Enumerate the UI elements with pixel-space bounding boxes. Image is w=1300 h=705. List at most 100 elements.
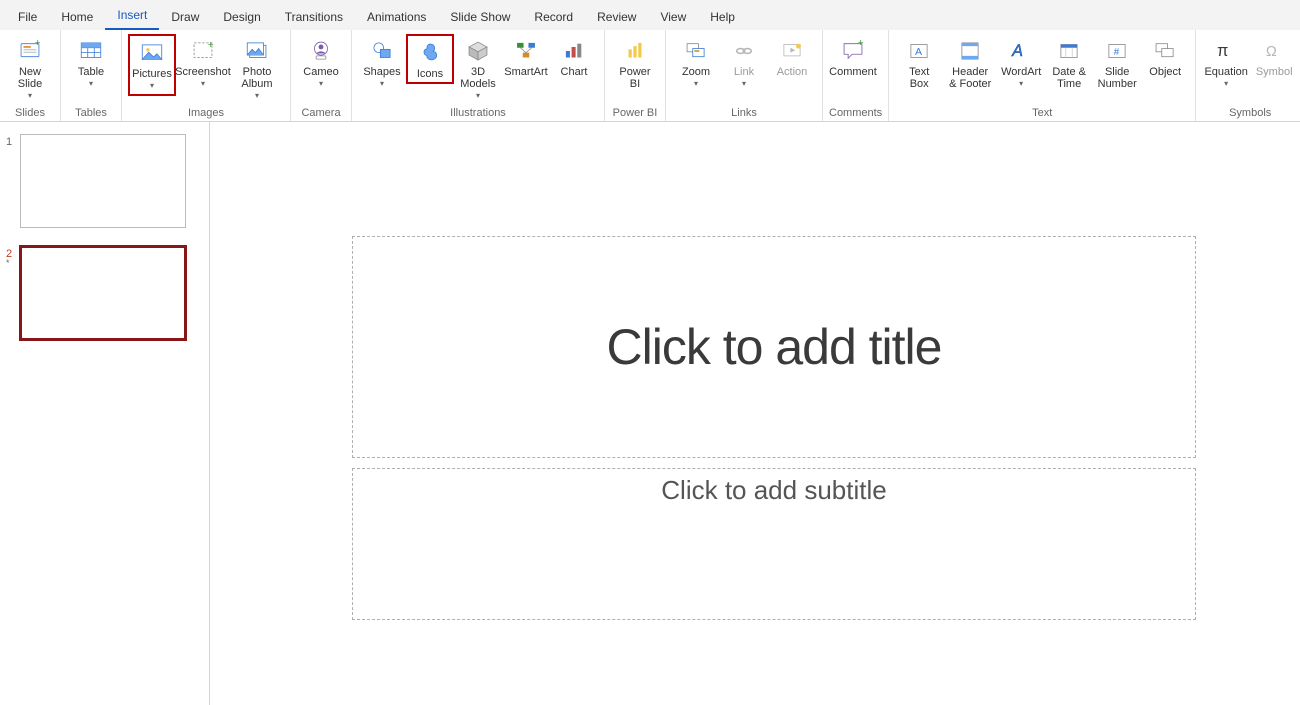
zoom-button[interactable]: Zoom▾ (672, 34, 720, 92)
dropdown-caret-icon: ▾ (201, 78, 205, 90)
button-label: Link (734, 66, 754, 78)
pictures-button[interactable]: Pictures▾ (128, 34, 176, 96)
ribbon: +New Slide▾SlidesTable▾TablesPictures▾+S… (0, 30, 1300, 122)
thumb-preview (20, 134, 186, 228)
dropdown-caret-icon: ▾ (1224, 78, 1228, 90)
slide-number-icon: # (1101, 36, 1133, 66)
slide-editor: Click to add title Click to add subtitle (210, 122, 1300, 705)
group-label: Slides (6, 107, 54, 121)
button-label: Symbol (1256, 66, 1293, 78)
button-label: Photo Album (241, 66, 272, 90)
group-label: Text (895, 107, 1189, 121)
table-icon (75, 36, 107, 66)
button-label: 3D Models (460, 66, 495, 90)
button-label: Chart (561, 66, 588, 78)
cameo-button[interactable]: Cameo▾ (297, 34, 345, 92)
ribbon-group-illustrations: Shapes▾ Icons 3D Models▾SmartArt Chart Illus… (352, 30, 605, 121)
text-box-button[interactable]: AText Box (895, 34, 943, 92)
ribbon-group-images: Pictures▾+Screenshot▾Photo Album▾Images (122, 30, 291, 121)
object-button[interactable]: Object (1141, 34, 1189, 80)
button-label: Table (78, 66, 104, 78)
menu-home[interactable]: Home (49, 4, 105, 30)
comment-icon: + (837, 36, 869, 66)
photo-album-icon (241, 36, 273, 66)
menu-draw[interactable]: Draw (159, 4, 211, 30)
dropdown-caret-icon: ▾ (89, 78, 93, 90)
menu-view[interactable]: View (648, 4, 698, 30)
button-label: Equation (1204, 66, 1247, 78)
pictures-icon (136, 38, 168, 68)
symbol-icon: Ω (1258, 36, 1290, 66)
symbol-button: ΩSymbol (1250, 34, 1298, 80)
action-icon (776, 36, 808, 66)
button-label: Slide Number (1098, 66, 1137, 90)
menu-review[interactable]: Review (585, 4, 648, 30)
date-time-button[interactable]: Date & Time (1045, 34, 1093, 92)
button-label: Text Box (909, 66, 929, 90)
button-label: WordArt (1001, 66, 1041, 78)
cameo-icon (305, 36, 337, 66)
dropdown-caret-icon: ▾ (28, 90, 32, 102)
icons-button[interactable]: Icons (406, 34, 454, 84)
power-bi-button[interactable]: Power BI (611, 34, 659, 92)
equation-button[interactable]: π Equation▾ (1202, 34, 1250, 92)
chart-button[interactable]: Chart (550, 34, 598, 80)
button-label: Action (777, 66, 808, 78)
title-placeholder[interactable]: Click to add title (352, 236, 1196, 458)
wordart-button[interactable]: AWordArt▾ (997, 34, 1045, 92)
svg-text:#: # (1114, 47, 1120, 58)
ribbon-group-symbols: π Equation▾ ΩSymbol Symbols (1196, 30, 1300, 121)
new-slide-button[interactable]: + New Slide▾ (6, 34, 54, 104)
header-footer-button[interactable]: Header & Footer (943, 34, 997, 92)
ribbon-group-slides: + New Slide▾ Slides (0, 30, 61, 121)
thumb-preview (20, 246, 186, 340)
work-area: 1 2 * Click to add title Click to add su… (0, 122, 1300, 705)
menu-design[interactable]: Design (211, 4, 272, 30)
3d-models-button[interactable]: 3D Models▾ (454, 34, 502, 104)
button-label: Pictures (132, 68, 172, 80)
group-label: Symbols (1202, 107, 1298, 121)
menu-record[interactable]: Record (522, 4, 585, 30)
equation-icon: π (1210, 36, 1242, 66)
slide-thumb-2[interactable]: 2 * (6, 246, 191, 340)
group-label: Images (128, 107, 284, 121)
slide-thumb-1[interactable]: 1 (6, 134, 191, 228)
3d-models-icon (462, 36, 494, 66)
object-icon (1149, 36, 1181, 66)
dropdown-caret-icon: ▾ (150, 80, 154, 92)
ribbon-group-camera: Cameo▾Camera (291, 30, 352, 121)
slide-number: 1 (6, 134, 20, 148)
screenshot-button[interactable]: +Screenshot▾ (176, 34, 230, 92)
button-label: Icons (417, 68, 443, 80)
menu-help[interactable]: Help (698, 4, 747, 30)
photo-album-button[interactable]: Photo Album▾ (230, 34, 284, 104)
group-label: Illustrations (358, 107, 598, 121)
table-button[interactable]: Table▾ (67, 34, 115, 92)
ribbon-group-tables: Table▾ Tables (61, 30, 122, 121)
menu-insert[interactable]: Insert (105, 2, 159, 30)
smartart-button[interactable]: SmartArt (502, 34, 550, 80)
button-label: Power BI (619, 66, 650, 90)
wordart-icon: A (1005, 36, 1037, 66)
button-label: New Slide (18, 66, 42, 90)
shapes-button[interactable]: Shapes▾ (358, 34, 406, 92)
svg-text:+: + (35, 38, 41, 49)
new-slide-icon: + (14, 36, 46, 66)
group-label: Tables (67, 107, 115, 121)
button-label: Date & Time (1052, 66, 1086, 90)
svg-text:π: π (1217, 42, 1228, 60)
group-label: Links (672, 107, 816, 121)
svg-text:+: + (208, 40, 214, 51)
link-button: Link▾ (720, 34, 768, 92)
button-label: Comment (829, 66, 877, 78)
comment-button[interactable]: +Comment (829, 34, 877, 80)
slide-number-button[interactable]: # Slide Number (1093, 34, 1141, 92)
button-label: Shapes (363, 66, 400, 78)
dropdown-caret-icon: ▾ (1019, 78, 1023, 90)
menu-file[interactable]: File (6, 4, 49, 30)
menu-transitions[interactable]: Transitions (273, 4, 355, 30)
button-label: Zoom (682, 66, 710, 78)
menu-animations[interactable]: Animations (355, 4, 438, 30)
menu-slideshow[interactable]: Slide Show (438, 4, 522, 30)
subtitle-placeholder[interactable]: Click to add subtitle (352, 468, 1196, 620)
